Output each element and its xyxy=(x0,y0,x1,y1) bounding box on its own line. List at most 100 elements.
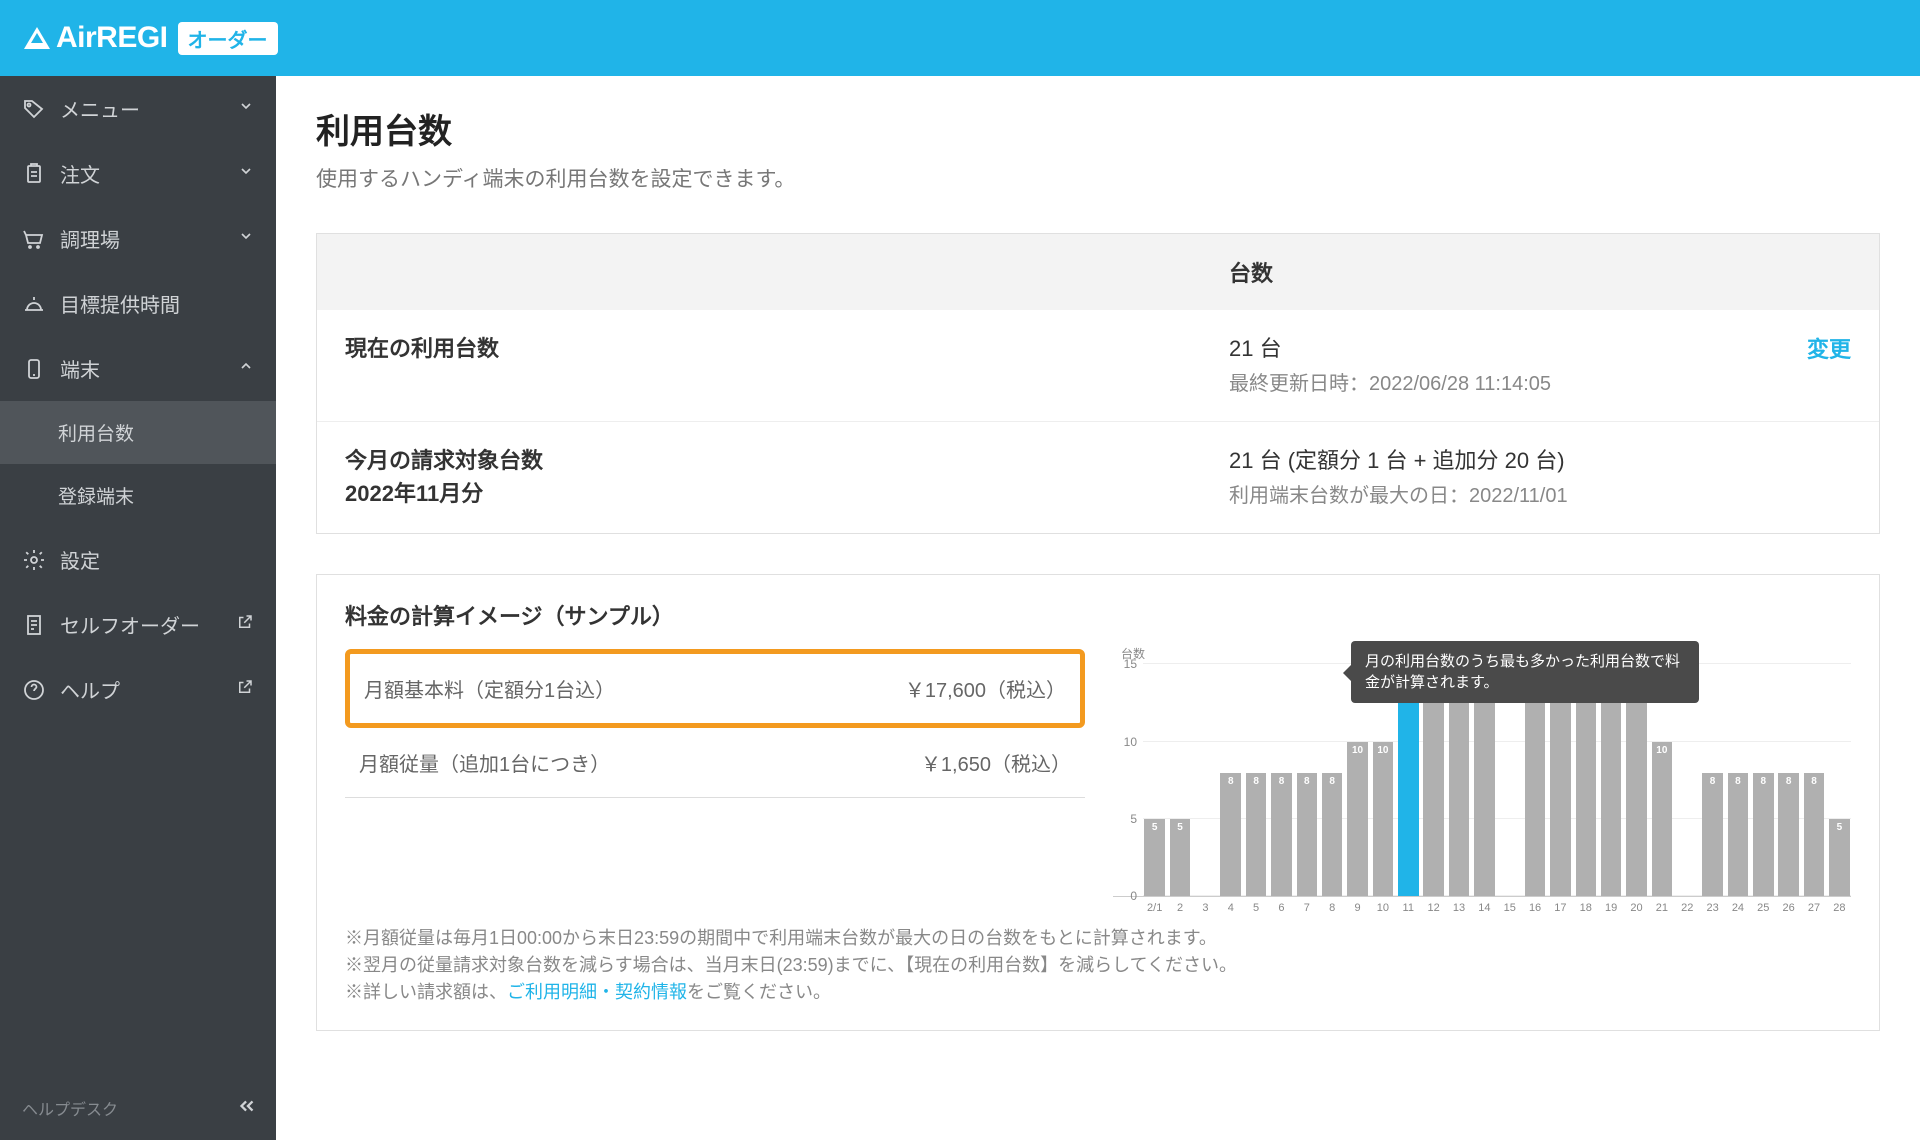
bar-col: 3 xyxy=(1194,649,1217,896)
price-label: 月額従量（追加1台につき） xyxy=(359,748,610,777)
bar: 14 xyxy=(1576,680,1597,896)
tag-icon xyxy=(22,97,46,121)
sidebar-item-usage[interactable]: 利用台数 xyxy=(0,401,276,464)
sidebar-item-label: 端末 xyxy=(60,354,100,383)
bar: 8 xyxy=(1271,773,1292,897)
logo: AirREGI オーダー xyxy=(24,21,278,55)
price-row: 月額基本料（定額分1台込） ￥17,600（税込） xyxy=(345,649,1085,728)
sidebar-collapse-button[interactable] xyxy=(236,1095,258,1122)
sidebar: メニュー注文調理場目標提供時間端末利用台数登録端末設定セルフオーダーヘルプ ヘル… xyxy=(0,76,276,1140)
chart: 台数 05101552/1523848586878810910101411141… xyxy=(1113,649,1851,897)
gear-icon xyxy=(22,548,46,572)
sidebar-item-label: メニュー xyxy=(60,94,140,123)
billing-link[interactable]: ご利用明細・契約情報 xyxy=(507,982,687,1002)
bar-col: 827 xyxy=(1802,649,1825,896)
external-link-icon xyxy=(236,678,254,702)
chevron-down-icon xyxy=(238,162,254,185)
usage-card: 台数 現在の利用台数21 台最終更新日時：2022/06/28 11:14:05… xyxy=(316,233,1880,534)
clipboard-icon xyxy=(22,162,46,186)
price-row: 月額従量（追加1台につき） ￥1,650（税込） xyxy=(345,728,1085,798)
phone-icon xyxy=(22,357,46,381)
bar-col: 824 xyxy=(1726,649,1749,896)
calc-title: 料金の計算イメージ（サンプル） xyxy=(345,599,1851,631)
sidebar-item-label: 注文 xyxy=(60,159,100,188)
bar-col: 825 xyxy=(1752,649,1775,896)
bar-col: 52/1 xyxy=(1143,649,1166,896)
chart-tooltip: 月の利用台数のうち最も多かった利用台数で料金が計算されます。 xyxy=(1351,641,1699,703)
calc-card: 料金の計算イメージ（サンプル） 月額基本料（定額分1台込） ￥17,600（税込）… xyxy=(316,574,1880,1031)
sidebar-item-label: 設定 xyxy=(60,545,100,574)
page-subtitle: 使用するハンディ端末の利用台数を設定できます。 xyxy=(316,163,1880,193)
external-link-icon xyxy=(236,613,254,637)
table-row: 現在の利用台数21 台最終更新日時：2022/06/28 11:14:05変更 xyxy=(317,310,1879,421)
bar-col: 823 xyxy=(1701,649,1724,896)
bar: 10 xyxy=(1652,742,1673,896)
card-header-label: 台数 xyxy=(1229,256,1851,288)
bar: 8 xyxy=(1220,773,1241,897)
sidebar-item-order[interactable]: 注文 xyxy=(0,141,276,206)
notes: ※月額従量は毎月1日00:00から末日23:59の期間中で利用端末台数が最大の日… xyxy=(345,925,1851,1006)
bar: 5 xyxy=(1829,819,1850,896)
help-icon xyxy=(22,678,46,702)
bar-col: 87 xyxy=(1295,649,1318,896)
bar-col: 826 xyxy=(1777,649,1800,896)
bar: 14 xyxy=(1525,680,1546,896)
sidebar-item-settings[interactable]: 設定 xyxy=(0,527,276,592)
bar: 8 xyxy=(1753,773,1774,897)
bar: 8 xyxy=(1728,773,1749,897)
bar: 8 xyxy=(1297,773,1318,897)
logo-text: AirREGI xyxy=(56,21,168,55)
bar: 5 xyxy=(1170,819,1191,896)
chevron-down-icon xyxy=(238,227,254,250)
bar: 8 xyxy=(1778,773,1799,897)
cart-icon xyxy=(22,227,46,251)
bar: 14 xyxy=(1474,680,1495,896)
bar-col: 85 xyxy=(1244,649,1267,896)
bar-col: 52 xyxy=(1168,649,1191,896)
chevron-up-icon xyxy=(238,357,254,380)
sidebar-item-target[interactable]: 目標提供時間 xyxy=(0,271,276,336)
bar: 5 xyxy=(1144,819,1165,896)
logo-badge: オーダー xyxy=(178,22,278,55)
logo-icon xyxy=(24,27,50,49)
chevron-down-icon xyxy=(238,97,254,120)
sidebar-item-terminal[interactable]: 端末 xyxy=(0,336,276,401)
sidebar-item-selforder[interactable]: セルフオーダー xyxy=(0,592,276,657)
bar: 14 xyxy=(1601,680,1622,896)
bar: 10 xyxy=(1347,742,1368,896)
price-value: ￥17,600（税込） xyxy=(905,674,1066,703)
main-content: 利用台数 使用するハンディ端末の利用台数を設定できます。 台数 現在の利用台数2… xyxy=(276,76,1920,1140)
bar: 10 xyxy=(1373,742,1394,896)
helpdesk-link[interactable]: ヘルプデスク xyxy=(0,1078,276,1140)
sidebar-item-label: セルフオーダー xyxy=(60,610,200,639)
page-title: 利用台数 xyxy=(316,104,1880,153)
row-label: 今月の請求対象台数2022年11月分 xyxy=(345,444,1229,510)
bar-col: 86 xyxy=(1270,649,1293,896)
price-label: 月額基本料（定額分1台込） xyxy=(364,674,615,703)
bar-col: 88 xyxy=(1321,649,1344,896)
sidebar-item-label: ヘルプ xyxy=(60,675,120,704)
bar-col: 84 xyxy=(1219,649,1242,896)
bar: 14 xyxy=(1423,680,1444,896)
sidebar-item-registered[interactable]: 登録端末 xyxy=(0,464,276,527)
price-table: 月額基本料（定額分1台込） ￥17,600（税込） 月額従量（追加1台につき） ￥1,… xyxy=(345,649,1085,798)
app-header: AirREGI オーダー xyxy=(0,0,1920,76)
bar: 8 xyxy=(1804,773,1825,897)
bar-col: 528 xyxy=(1828,649,1851,896)
bar: 14 xyxy=(1550,680,1571,896)
bar: 14 xyxy=(1449,680,1470,896)
bar: 8 xyxy=(1702,773,1723,897)
sidebar-item-menu[interactable]: メニュー xyxy=(0,76,276,141)
row-value: 21 台 (定額分 1 台 + 追加分 20 台)利用端末台数が最大の日：202… xyxy=(1229,444,1851,511)
price-value: ￥1,650（税込） xyxy=(921,748,1071,777)
receipt-icon xyxy=(22,613,46,637)
card-header: 台数 xyxy=(317,234,1879,310)
bar: 8 xyxy=(1322,773,1343,897)
change-button[interactable]: 変更 xyxy=(1807,332,1851,364)
sidebar-item-kitchen[interactable]: 調理場 xyxy=(0,206,276,271)
sidebar-item-label: 目標提供時間 xyxy=(60,289,180,318)
bar: 14 xyxy=(1398,680,1419,896)
sidebar-item-help[interactable]: ヘルプ xyxy=(0,657,276,722)
dish-icon xyxy=(22,292,46,316)
table-row: 今月の請求対象台数2022年11月分21 台 (定額分 1 台 + 追加分 20… xyxy=(317,421,1879,533)
